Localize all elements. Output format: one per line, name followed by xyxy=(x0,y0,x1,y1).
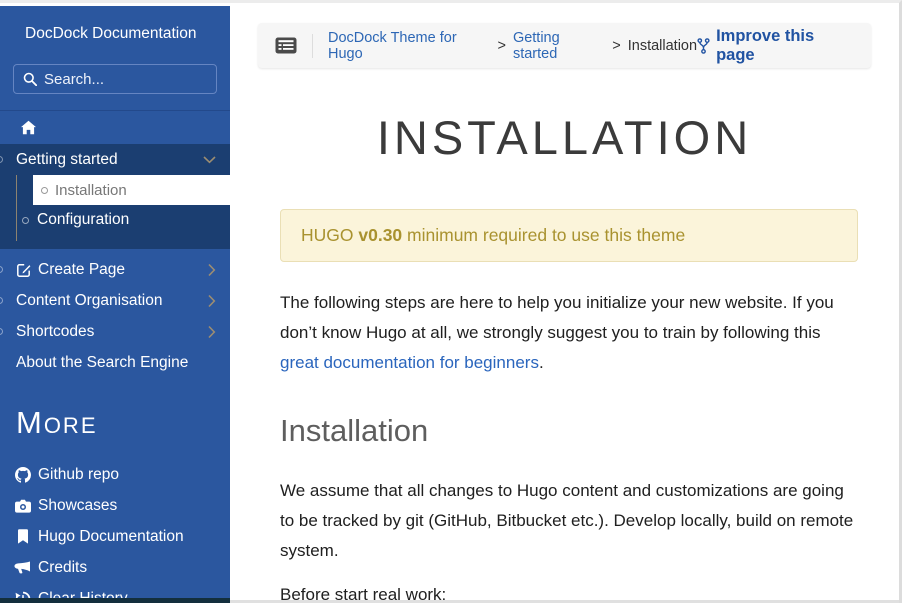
sidebar-nav-list: Create Page Content Organisation Shortco… xyxy=(0,254,230,378)
sidebar-item-github-repo[interactable]: Github repo xyxy=(0,459,230,490)
sidebar-item-credits[interactable]: Credits xyxy=(0,552,230,583)
site-title[interactable]: DocDock Documentation xyxy=(0,6,230,43)
notice-text-suffix: minimum required to use this theme xyxy=(402,225,685,245)
breadcrumb-section-link[interactable]: Getting started xyxy=(513,30,605,62)
getting-started-section: Getting started Installation Configurati… xyxy=(0,144,230,249)
chevron-right-icon[interactable] xyxy=(208,263,216,276)
edit-icon xyxy=(16,262,32,278)
breadcrumb-separator: > xyxy=(497,38,505,54)
breadcrumb: DocDock Theme for Hugo > Getting started… xyxy=(328,30,697,62)
breadcrumb-separator: > xyxy=(612,38,620,54)
sidebar-item-label: Credits xyxy=(38,559,87,577)
chevron-down-icon[interactable] xyxy=(203,156,216,164)
chevron-right-icon[interactable] xyxy=(208,325,216,338)
sidebar: DocDock Documentation Getting started xyxy=(0,6,230,603)
divider xyxy=(312,34,313,58)
page-title: INSTALLATION xyxy=(230,111,899,165)
notice-box: HUGO v0.30 minimum required to use this … xyxy=(280,209,858,262)
sidebar-more-list: Github repo Showcases Hugo Documentation… xyxy=(0,459,230,603)
sidebar-bottom-strip xyxy=(0,598,230,603)
sidebar-item-label: Content Organisation xyxy=(16,292,162,310)
bullet-icon xyxy=(0,156,3,163)
main-content: DocDock Theme for Hugo > Getting started… xyxy=(230,6,899,603)
breadcrumb-current-page: Installation xyxy=(628,38,697,54)
submenu-guide-line xyxy=(16,175,17,241)
bookmark-icon xyxy=(14,529,31,544)
section-heading-installation: Installation xyxy=(280,412,858,450)
sidebar-item-hugo-documentation[interactable]: Hugo Documentation xyxy=(0,521,230,552)
body-paragraph: We assume that all changes to Hugo conte… xyxy=(280,476,858,566)
beginners-doc-link[interactable]: great documentation for beginners xyxy=(280,353,539,372)
breadcrumb-root-link[interactable]: DocDock Theme for Hugo xyxy=(328,30,490,62)
body-paragraph: Before start real work: xyxy=(280,580,858,603)
search-box[interactable] xyxy=(13,64,217,94)
sidebar-item-label: Installation xyxy=(55,182,127,199)
sidebar-item-label: About the Search Engine xyxy=(16,354,188,372)
search-icon xyxy=(23,72,37,86)
home-icon xyxy=(20,120,37,135)
more-heading: More xyxy=(16,404,230,442)
bullet-icon xyxy=(0,297,3,304)
bullet-icon xyxy=(0,328,3,335)
sidebar-item-showcases[interactable]: Showcases xyxy=(0,490,230,521)
improve-this-page-link[interactable]: Improve this page xyxy=(697,27,854,65)
sidebar-item-configuration[interactable]: Configuration xyxy=(0,205,230,235)
getting-started-submenu: Installation Configuration xyxy=(0,175,230,235)
sidebar-item-label: Showcases xyxy=(38,497,117,515)
improve-label: Improve this page xyxy=(716,27,854,65)
sidebar-item-home[interactable] xyxy=(0,110,230,144)
sidebar-item-create-page[interactable]: Create Page xyxy=(0,254,230,285)
notice-text-prefix: HUGO xyxy=(301,225,358,245)
megaphone-icon xyxy=(14,561,31,575)
breadcrumb-bar: DocDock Theme for Hugo > Getting started… xyxy=(258,23,871,68)
camera-icon xyxy=(14,499,31,513)
sidebar-item-installation-active[interactable]: Installation xyxy=(33,175,230,205)
sidebar-item-getting-started[interactable]: Getting started xyxy=(0,144,230,175)
sidebar-item-label: Github repo xyxy=(38,466,119,484)
bullet-icon xyxy=(22,217,29,224)
sidebar-item-shortcodes[interactable]: Shortcodes xyxy=(0,316,230,347)
sidebar-item-label: Shortcodes xyxy=(16,323,94,341)
page: DocDock Documentation Getting started xyxy=(0,0,902,603)
sidebar-item-label: Configuration xyxy=(37,211,129,229)
sidebar-item-about-search-engine[interactable]: About the Search Engine xyxy=(0,347,230,378)
intro-text-end: . xyxy=(539,353,544,372)
bullet-icon xyxy=(0,266,3,273)
github-icon xyxy=(14,467,31,483)
article-body: HUGO v0.30 minimum required to use this … xyxy=(280,209,858,603)
search-input[interactable] xyxy=(44,71,230,88)
sidebar-item-label: Getting started xyxy=(16,151,118,169)
sidebar-item-content-organisation[interactable]: Content Organisation xyxy=(0,285,230,316)
sidebar-item-label: Hugo Documentation xyxy=(38,528,184,546)
git-fork-icon xyxy=(697,38,710,54)
bullet-icon xyxy=(41,187,48,194)
chevron-right-icon[interactable] xyxy=(208,294,216,307)
intro-text: The following steps are here to help you… xyxy=(280,293,834,342)
sidebar-item-label: Create Page xyxy=(38,261,125,279)
notice-version: v0.30 xyxy=(358,225,402,245)
intro-paragraph: The following steps are here to help you… xyxy=(280,288,858,378)
list-icon[interactable] xyxy=(275,37,297,54)
